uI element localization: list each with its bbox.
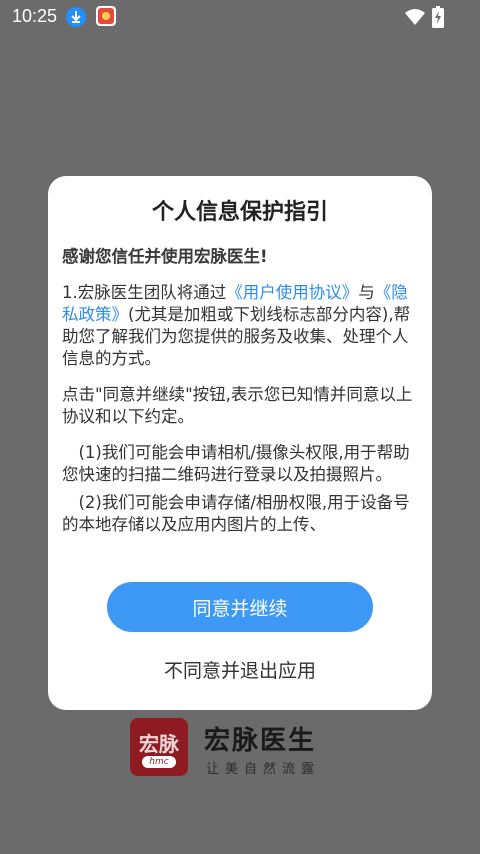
app-notification-icon (96, 6, 116, 26)
status-time: 10:25 (12, 6, 58, 26)
splash-logo: 宏脉 hmc 宏脉医生 让美自然流露 (130, 718, 350, 782)
privacy-dialog: 个人信息保护指引 感谢您信任并使用宏脉医生! 1.宏脉医生团队将通过《用户使用协… (48, 176, 432, 710)
battery-charging-icon (432, 6, 444, 32)
p1-and: 与 (358, 283, 375, 302)
screen: 10:25 宏脉 hmc 宏脉医生 让美自然流露 个人信息保护指引 感谢您信任并… (0, 0, 480, 854)
dialog-title: 个人信息保护指引 (151, 200, 328, 225)
app-name: 宏脉医生 (204, 726, 317, 756)
app-slogan: 让美自然流露 (206, 762, 321, 777)
status-bar: 10:25 (0, 0, 480, 34)
consent-paragraph: 点击"同意并继续"按钮,表示您已知情并同意以上协议和以下约定。 (62, 385, 413, 426)
logo-tile-sub: hmc (142, 756, 176, 768)
terms-link[interactable]: 《用户使用协议》 (226, 283, 358, 302)
camera-permission-paragraph: (1)我们可能会申请相机/摄像头权限,用于帮助您快速的扫描二维码进行登录以及拍摄… (62, 443, 410, 484)
app-logo-icon: 宏脉 hmc (130, 718, 188, 776)
agreement-paragraph: 1.宏脉医生团队将通过《用户使用协议》与《隐私政策》(尤其是加粗或下划线标志部分… (62, 282, 418, 370)
logo-tile-text: 宏脉 (139, 732, 179, 756)
p1-prefix: 1.宏脉医生团队将通过 (62, 283, 227, 302)
thanks-text: 感谢您信任并使用宏脉医生! (62, 247, 268, 266)
agree-button[interactable]: 同意并继续 (107, 582, 373, 632)
download-icon (66, 7, 86, 27)
storage-permission-paragraph: (2)我们可能会申请存储/相册权限,用于设备号的本地存储以及应用内图片的上传、 (62, 493, 410, 534)
wifi-icon (404, 7, 426, 31)
disagree-exit-button[interactable]: 不同意并退出应用 (48, 656, 432, 683)
